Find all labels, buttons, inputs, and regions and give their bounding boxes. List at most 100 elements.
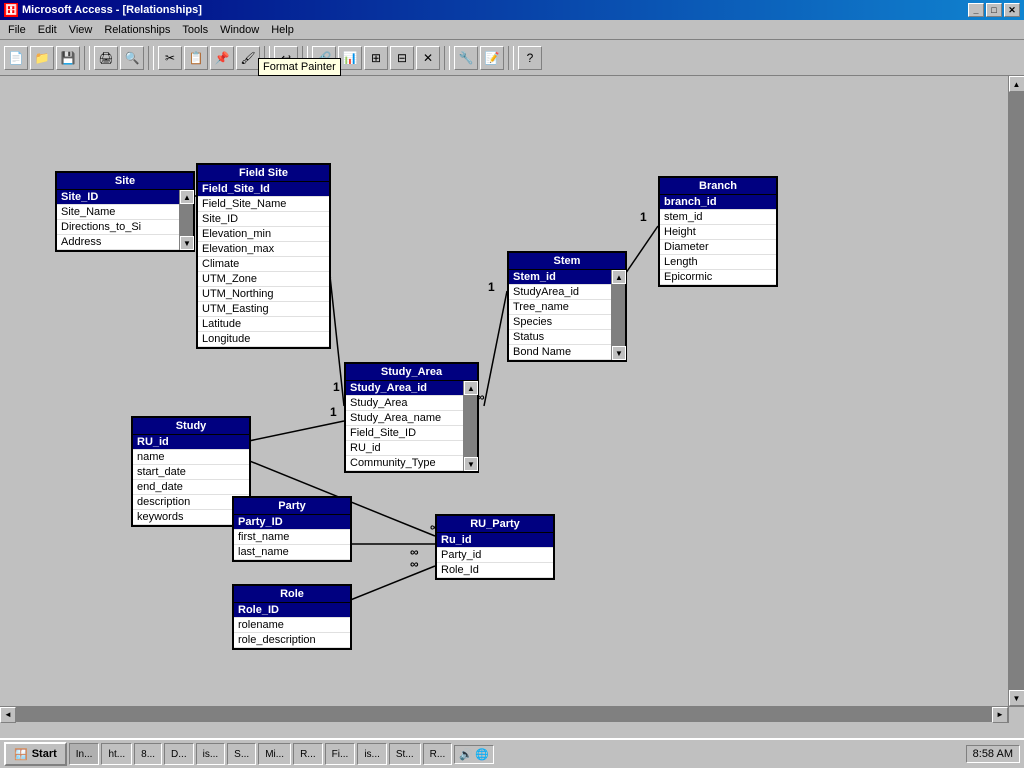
field-site-name[interactable]: Site_Name: [57, 205, 193, 220]
open-btn[interactable]: 📁: [30, 46, 54, 70]
bottom-scrollbar[interactable]: ◄ ►: [0, 706, 1024, 722]
field-latitude[interactable]: Latitude: [198, 317, 329, 332]
preview-btn[interactable]: 🔍: [120, 46, 144, 70]
field-community-type[interactable]: Community_Type: [346, 456, 477, 471]
site-scrollbar[interactable]: ▲ ▼: [179, 190, 193, 250]
table-party-header[interactable]: Party: [234, 498, 350, 514]
table-branch-header[interactable]: Branch: [660, 178, 776, 194]
field-studyarea-id[interactable]: StudyArea_id: [509, 285, 625, 300]
table-study-area-header[interactable]: Study_Area: [346, 364, 477, 380]
field-stem-id[interactable]: stem_id: [660, 210, 776, 225]
taskbar-item-3[interactable]: D...: [164, 743, 194, 765]
field-epicormic[interactable]: Epicormic: [660, 270, 776, 285]
field-rolename[interactable]: rolename: [234, 618, 350, 633]
field-elevation-max[interactable]: Elevation_max: [198, 242, 329, 257]
paste-btn[interactable]: 📌: [210, 46, 234, 70]
scroll-track-bottom[interactable]: [16, 707, 992, 722]
field-elevation-min[interactable]: Elevation_min: [198, 227, 329, 242]
field-longitude[interactable]: Longitude: [198, 332, 329, 347]
taskbar-item-5[interactable]: S...: [227, 743, 256, 765]
taskbar-item-10[interactable]: St...: [389, 743, 421, 765]
scroll-left-btn[interactable]: ◄: [0, 707, 16, 723]
scroll-up-btn[interactable]: ▲: [1009, 76, 1024, 92]
field-status[interactable]: Status: [509, 330, 625, 345]
table-site-header[interactable]: Site: [57, 173, 193, 189]
table-role-header[interactable]: Role: [234, 586, 350, 602]
field-ru-id[interactable]: RU_id: [133, 435, 249, 450]
field-study-area-name[interactable]: Study_Area_name: [346, 411, 477, 426]
field-address[interactable]: Address: [57, 235, 193, 250]
btn4[interactable]: ⊟: [390, 46, 414, 70]
btn5[interactable]: 🔧: [454, 46, 478, 70]
field-rp-party-id[interactable]: Party_id: [437, 548, 553, 563]
table-study-header[interactable]: Study: [133, 418, 249, 434]
field-role-id[interactable]: Role_ID: [234, 603, 350, 618]
field-field-site-name[interactable]: Field_Site_Name: [198, 197, 329, 212]
field-tree-name[interactable]: Tree_name: [509, 300, 625, 315]
close-btn[interactable]: ✕: [1004, 3, 1020, 17]
maximize-btn[interactable]: □: [986, 3, 1002, 17]
field-length[interactable]: Length: [660, 255, 776, 270]
field-climate[interactable]: Climate: [198, 257, 329, 272]
menu-window[interactable]: Window: [214, 22, 265, 38]
field-start-date[interactable]: start_date: [133, 465, 249, 480]
main-scrollbar-right[interactable]: ▲ ▼: [1008, 76, 1024, 706]
field-diameter[interactable]: Diameter: [660, 240, 776, 255]
minimize-btn[interactable]: _: [968, 3, 984, 17]
field-directions[interactable]: Directions_to_Si: [57, 220, 193, 235]
taskbar-item-4[interactable]: is...: [196, 743, 226, 765]
field-stem-id[interactable]: Stem_id: [509, 270, 625, 285]
scroll-right-btn[interactable]: ►: [992, 707, 1008, 723]
start-button[interactable]: 🪟 Start: [4, 742, 67, 766]
taskbar-item-2[interactable]: 8...: [134, 743, 162, 765]
field-role-id[interactable]: Role_Id: [437, 563, 553, 578]
studyarea-scrollbar[interactable]: ▲ ▼: [463, 381, 477, 471]
scroll-track-right[interactable]: [1009, 92, 1024, 690]
field-branch-id[interactable]: branch_id: [660, 195, 776, 210]
new-btn[interactable]: 📄: [4, 46, 28, 70]
field-sa-ru-id[interactable]: RU_id: [346, 441, 477, 456]
menu-view[interactable]: View: [63, 22, 99, 38]
table-stem-header[interactable]: Stem: [509, 253, 625, 269]
save-btn[interactable]: 💾: [56, 46, 80, 70]
field-rp-ru-id[interactable]: Ru_id: [437, 533, 553, 548]
taskbar-item-11[interactable]: R...: [423, 743, 453, 765]
field-end-date[interactable]: end_date: [133, 480, 249, 495]
print-btn[interactable]: 🖨: [94, 46, 118, 70]
field-last-name[interactable]: last_name: [234, 545, 350, 560]
field-study-area-id[interactable]: Study_Area_id: [346, 381, 477, 396]
btn2[interactable]: 📊: [338, 46, 362, 70]
cut-btn[interactable]: ✂: [158, 46, 182, 70]
taskbar-item-9[interactable]: is...: [357, 743, 387, 765]
field-role-description[interactable]: role_description: [234, 633, 350, 648]
field-sa-field-site-id[interactable]: Field_Site_ID: [346, 426, 477, 441]
menu-edit[interactable]: Edit: [32, 22, 63, 38]
copy-btn[interactable]: 📋: [184, 46, 208, 70]
taskbar-item-6[interactable]: Mi...: [258, 743, 291, 765]
menu-relationships[interactable]: Relationships: [98, 22, 176, 38]
menu-help[interactable]: Help: [265, 22, 300, 38]
table-field-site-header[interactable]: Field Site: [198, 165, 329, 181]
format-painter-btn[interactable]: 🖌: [236, 46, 260, 70]
field-site-id[interactable]: Site_ID: [57, 190, 193, 205]
taskbar-item-7[interactable]: R...: [293, 743, 323, 765]
field-first-name[interactable]: first_name: [234, 530, 350, 545]
field-bond-name[interactable]: Bond Name: [509, 345, 625, 360]
field-name[interactable]: name: [133, 450, 249, 465]
scroll-down-btn[interactable]: ▼: [1009, 690, 1024, 706]
btn6[interactable]: 📝: [480, 46, 504, 70]
menu-tools[interactable]: Tools: [176, 22, 214, 38]
taskbar-item-0[interactable]: In...: [69, 743, 100, 765]
field-height[interactable]: Height: [660, 225, 776, 240]
field-utm-zone[interactable]: UTM_Zone: [198, 272, 329, 287]
stem-scrollbar[interactable]: ▲ ▼: [611, 270, 625, 360]
field-species[interactable]: Species: [509, 315, 625, 330]
taskbar-item-1[interactable]: ht...: [101, 743, 132, 765]
field-fs-site-id[interactable]: Site_ID: [198, 212, 329, 227]
field-field-site-id[interactable]: Field_Site_Id: [198, 182, 329, 197]
table-ru-party-header[interactable]: RU_Party: [437, 516, 553, 532]
field-utm-easting[interactable]: UTM_Easting: [198, 302, 329, 317]
btn3[interactable]: ⊞: [364, 46, 388, 70]
help-btn[interactable]: ?: [518, 46, 542, 70]
field-utm-northing[interactable]: UTM_Northing: [198, 287, 329, 302]
